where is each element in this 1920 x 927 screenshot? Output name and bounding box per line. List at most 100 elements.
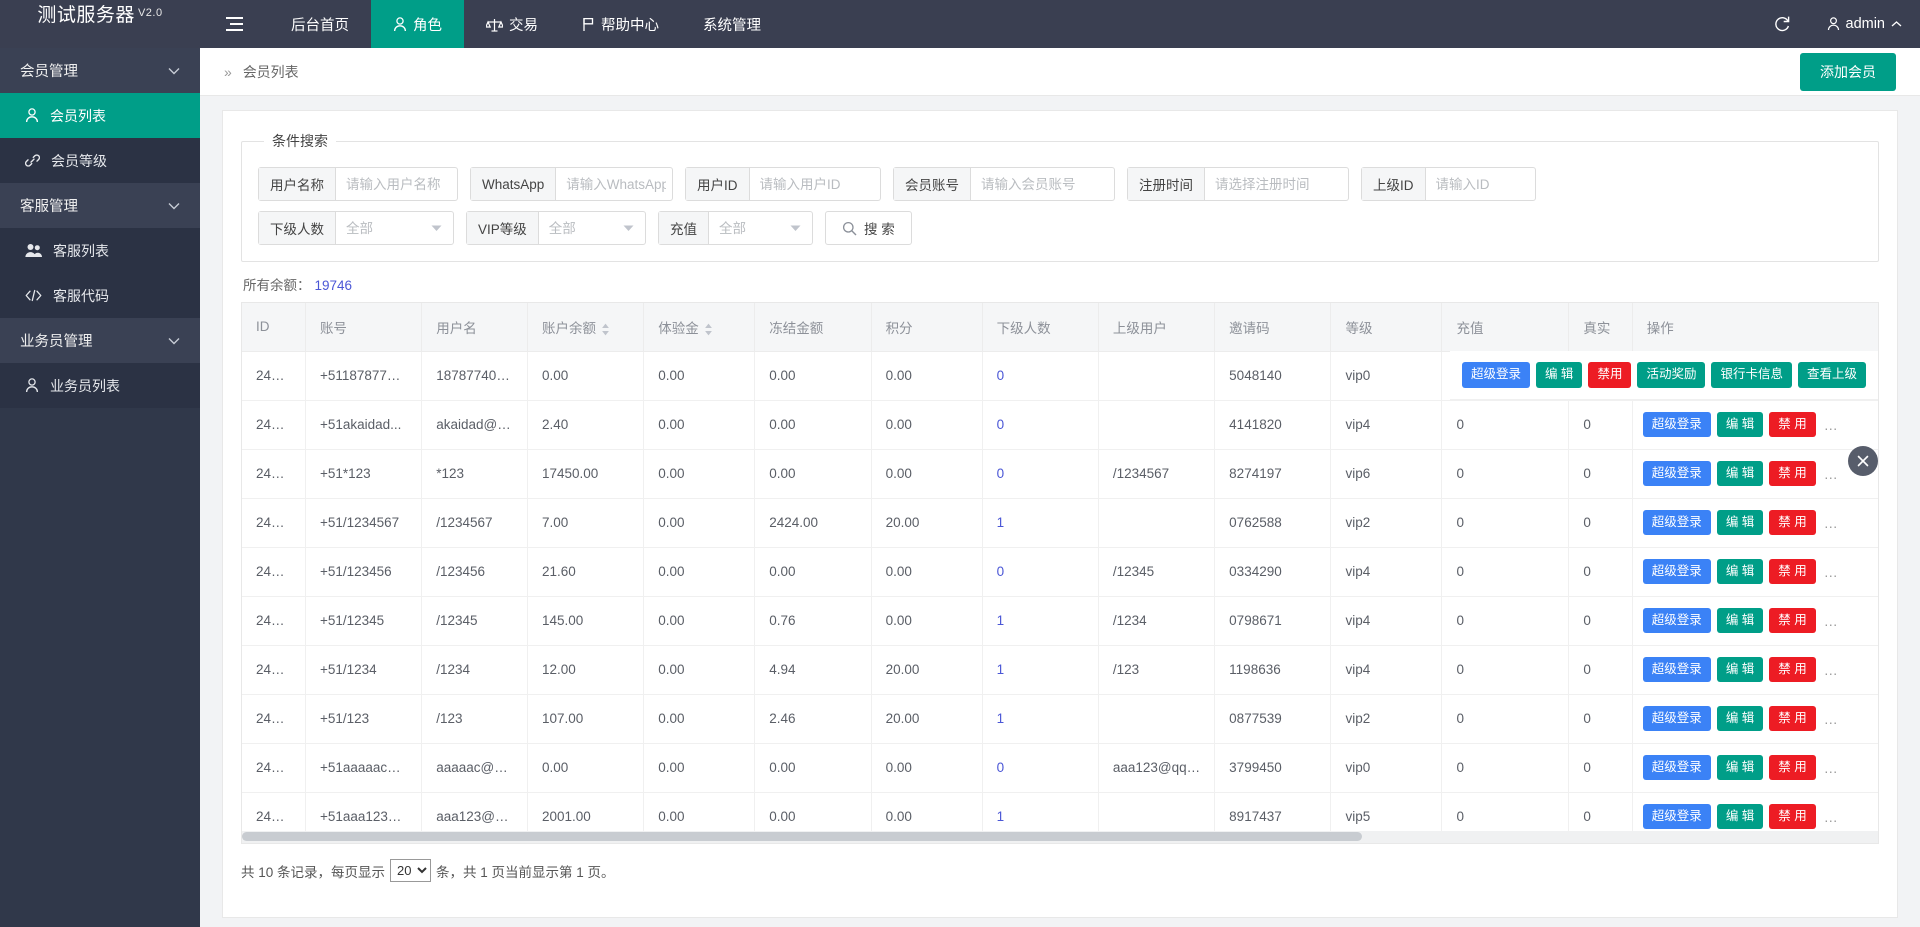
search-select-recharge[interactable]: 全部 bbox=[709, 212, 812, 244]
row-action-button[interactable]: 禁 用 bbox=[1769, 804, 1815, 830]
table-cell-bonus: 0.00 bbox=[644, 400, 755, 449]
row-action-button-expanded[interactable]: 查看上级 bbox=[1798, 362, 1866, 388]
row-action-button[interactable]: 禁 用 bbox=[1769, 657, 1815, 683]
sidebar-group-agent-management[interactable]: 业务员管理 bbox=[0, 318, 200, 363]
user-menu-button[interactable]: admin bbox=[1809, 0, 1920, 48]
page-size-select[interactable]: 20 bbox=[390, 859, 431, 882]
row-action-button[interactable]: 编 辑 bbox=[1717, 755, 1763, 781]
table-cell-subs[interactable]: 0 bbox=[982, 547, 1098, 596]
row-action-button[interactable]: 超级登录 bbox=[1643, 608, 1711, 634]
search-input-whatsapp[interactable] bbox=[556, 168, 676, 200]
search-input-user-name[interactable] bbox=[336, 168, 470, 200]
nav-item-dashboard[interactable]: 后台首页 bbox=[269, 0, 371, 48]
table-cell-subs[interactable]: 1 bbox=[982, 498, 1098, 547]
row-action-button[interactable]: 禁 用 bbox=[1769, 706, 1815, 732]
row-action-button-expanded[interactable]: 编 辑 bbox=[1536, 362, 1582, 388]
scrollbar-thumb[interactable] bbox=[242, 832, 1362, 841]
row-action-button[interactable]: 编 辑 bbox=[1717, 608, 1763, 634]
row-more-actions-button[interactable]: … bbox=[1822, 564, 1841, 580]
user-icon bbox=[25, 378, 39, 393]
refresh-button[interactable] bbox=[1755, 0, 1809, 48]
nav-item-system-management[interactable]: 系统管理 bbox=[681, 0, 783, 48]
nav-item-role[interactable]: 角色 bbox=[371, 0, 464, 48]
row-action-button[interactable]: 编 辑 bbox=[1717, 559, 1763, 585]
col-header-balance[interactable]: 账户余额 bbox=[527, 303, 643, 351]
row-action-button[interactable]: 编 辑 bbox=[1717, 804, 1763, 830]
sidebar-group-label-support-management: 客服管理 bbox=[20, 195, 78, 216]
row-action-button[interactable]: 超级登录 bbox=[1643, 657, 1711, 683]
table-cell-subs[interactable]: 1 bbox=[982, 792, 1098, 831]
sort-icon[interactable] bbox=[601, 323, 610, 336]
table-cell-subs[interactable]: 1 bbox=[982, 694, 1098, 743]
table-cell-subs[interactable]: 0 bbox=[982, 351, 1098, 400]
sidebar-group-member-management[interactable]: 会员管理 bbox=[0, 48, 200, 93]
table-cell-subs[interactable]: 0 bbox=[982, 400, 1098, 449]
table-cell-id: 24299 bbox=[242, 792, 305, 831]
row-action-button[interactable]: 超级登录 bbox=[1643, 412, 1711, 438]
table-cell-recharge: 0 bbox=[1442, 792, 1569, 831]
table-row: 24300+51aaaaac@...aaaaac@qq.c...0.000.00… bbox=[242, 743, 1879, 792]
search-field-parent-id: 上级ID bbox=[1361, 167, 1536, 201]
sidebar-item-support-list[interactable]: 客服列表 bbox=[0, 228, 200, 273]
nav-item-transaction[interactable]: 交易 bbox=[464, 0, 560, 48]
row-action-button[interactable]: 超级登录 bbox=[1643, 510, 1711, 536]
col-header-bonus[interactable]: 体验金 bbox=[644, 303, 755, 351]
row-action-button[interactable]: 超级登录 bbox=[1643, 804, 1711, 830]
row-more-actions-button[interactable]: … bbox=[1822, 760, 1841, 776]
sidebar-item-agent-list[interactable]: 业务员列表 bbox=[0, 363, 200, 408]
row-more-actions-button[interactable]: … bbox=[1822, 466, 1841, 482]
users-icon bbox=[25, 243, 42, 258]
nav-item-help-center[interactable]: 帮助中心 bbox=[560, 0, 681, 48]
sidebar-item-member-list[interactable]: 会员列表 bbox=[0, 93, 200, 138]
row-action-button[interactable]: 超级登录 bbox=[1643, 755, 1711, 781]
table-cell-parent: aaa123@qq.c... bbox=[1098, 743, 1214, 792]
row-more-actions-button[interactable]: … bbox=[1822, 613, 1841, 629]
row-action-button-expanded[interactable]: 银行卡信息 bbox=[1711, 362, 1792, 388]
sidebar-item-support-code[interactable]: 客服代码 bbox=[0, 273, 200, 318]
row-action-button-expanded[interactable]: 活动奖励 bbox=[1637, 362, 1705, 388]
search-select-sub-count[interactable]: 全部 bbox=[336, 212, 453, 244]
row-action-button[interactable]: 禁 用 bbox=[1769, 559, 1815, 585]
table-cell-subs[interactable]: 1 bbox=[982, 596, 1098, 645]
row-action-button[interactable]: 编 辑 bbox=[1717, 706, 1763, 732]
close-overlay-button[interactable] bbox=[1848, 446, 1878, 476]
row-action-button[interactable]: 禁 用 bbox=[1769, 461, 1815, 487]
row-more-actions-button[interactable]: … bbox=[1822, 809, 1841, 825]
search-button[interactable]: 搜 索 bbox=[825, 211, 912, 245]
row-action-button[interactable]: 编 辑 bbox=[1717, 412, 1763, 438]
sidebar-toggle-button[interactable] bbox=[200, 0, 269, 48]
add-member-button[interactable]: 添加会员 bbox=[1800, 53, 1896, 91]
sidebar-item-member-level[interactable]: 会员等级 bbox=[0, 138, 200, 183]
table-cell-ops: 超级登录编 辑禁 用 … bbox=[1632, 792, 1879, 831]
search-select-vip-level[interactable]: 全部 bbox=[539, 212, 645, 244]
table-cell-balance: 107.00 bbox=[527, 694, 643, 743]
row-more-actions-button[interactable]: … bbox=[1822, 515, 1841, 531]
row-action-button[interactable]: 超级登录 bbox=[1643, 706, 1711, 732]
row-action-button[interactable]: 禁 用 bbox=[1769, 510, 1815, 536]
row-action-button[interactable]: 编 辑 bbox=[1717, 657, 1763, 683]
table-cell-subs[interactable]: 0 bbox=[982, 743, 1098, 792]
row-action-button[interactable]: 超级登录 bbox=[1643, 461, 1711, 487]
sort-icon[interactable] bbox=[704, 323, 713, 336]
row-more-actions-button[interactable]: … bbox=[1822, 711, 1841, 727]
flag-icon bbox=[582, 17, 595, 32]
row-action-button[interactable]: 超级登录 bbox=[1643, 559, 1711, 585]
row-action-button[interactable]: 禁 用 bbox=[1769, 412, 1815, 438]
table-cell-subs[interactable]: 0 bbox=[982, 449, 1098, 498]
horizontal-scrollbar[interactable] bbox=[241, 831, 1879, 844]
search-input-register-time[interactable] bbox=[1205, 168, 1357, 200]
row-more-actions-button[interactable]: … bbox=[1822, 417, 1841, 433]
search-input-user-id[interactable] bbox=[750, 168, 885, 200]
row-action-button[interactable]: 编 辑 bbox=[1717, 510, 1763, 536]
row-action-button[interactable]: 编 辑 bbox=[1717, 461, 1763, 487]
search-input-member-account[interactable] bbox=[971, 168, 1126, 200]
row-more-actions-button[interactable]: … bbox=[1822, 662, 1841, 678]
row-action-button[interactable]: 禁 用 bbox=[1769, 755, 1815, 781]
row-action-button-expanded[interactable]: 超级登录 bbox=[1462, 362, 1530, 388]
sidebar-group-support-management[interactable]: 客服管理 bbox=[0, 183, 200, 228]
search-input-parent-id[interactable] bbox=[1426, 168, 1542, 200]
table-cell-account: +51*123 bbox=[305, 449, 421, 498]
table-cell-subs[interactable]: 1 bbox=[982, 645, 1098, 694]
row-action-button[interactable]: 禁 用 bbox=[1769, 608, 1815, 634]
row-action-button-expanded[interactable]: 禁用 bbox=[1588, 362, 1631, 388]
